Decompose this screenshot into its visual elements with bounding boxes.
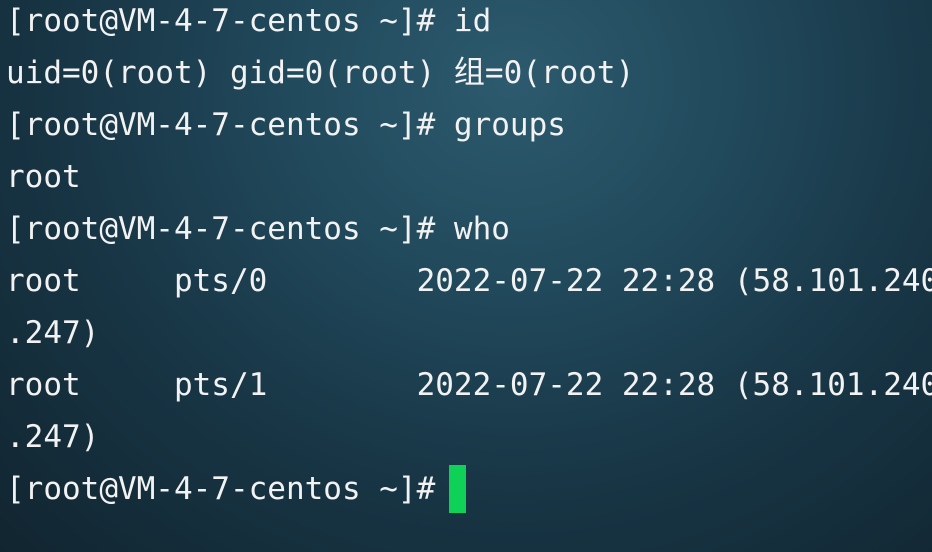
terminal-line-who-output-2: root pts/1 2022-07-22 22:28 (58.101.240 bbox=[6, 367, 932, 403]
terminal-line-groups-output: root bbox=[6, 159, 81, 195]
terminal-line-who-output-2-wrap: .247) bbox=[6, 419, 100, 455]
terminal-line-current-prompt[interactable]: [root@VM-4-7-centos ~]# bbox=[6, 463, 467, 515]
prompt-text: [root@VM-4-7-centos ~]# bbox=[6, 471, 436, 507]
terminal-line-who-output-1-wrap: .247) bbox=[6, 315, 100, 351]
terminal-line-prompt-who: [root@VM-4-7-centos ~]# who bbox=[6, 211, 510, 247]
terminal-line-id-output: uid=0(root) gid=0(root) 组=0(root) bbox=[6, 55, 635, 91]
terminal-line-prompt-id: [root@VM-4-7-centos ~]# id bbox=[6, 3, 492, 39]
terminal-window[interactable]: [root@VM-4-7-centos ~]# id uid=0(root) g… bbox=[0, 0, 932, 552]
terminal-line-who-output-1: root pts/0 2022-07-22 22:28 (58.101.240 bbox=[6, 263, 932, 299]
cursor bbox=[449, 465, 467, 513]
terminal-line-prompt-groups: [root@VM-4-7-centos ~]# groups bbox=[6, 107, 566, 143]
